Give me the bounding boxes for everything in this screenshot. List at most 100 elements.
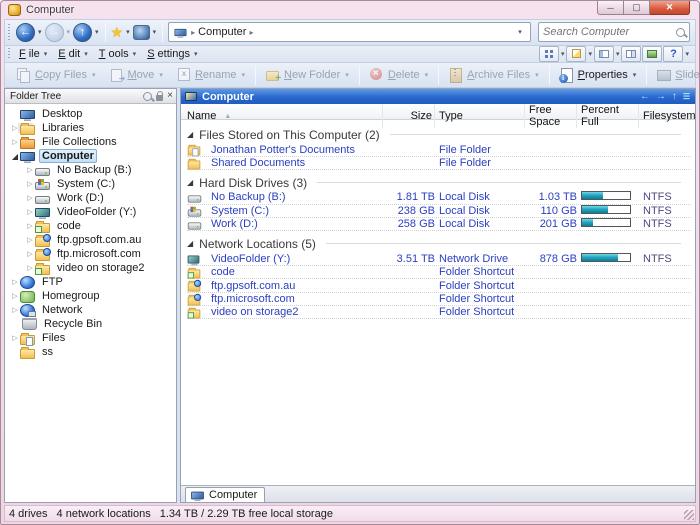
file-row-code[interactable]: code Folder Shortcut <box>187 266 691 280</box>
address-bar[interactable]: ▸ Computer ▸ ▾ <box>168 22 531 43</box>
tree-expander-icon[interactable]: ▷ <box>10 124 20 132</box>
tree-expander-icon[interactable]: ▷ <box>25 236 35 244</box>
tree-item-homegroup[interactable]: ▷ Homegroup <box>5 289 176 303</box>
tree-expander-icon[interactable]: ▷ <box>25 264 35 272</box>
tree-item-computer[interactable]: ◢ Computer <box>5 149 176 164</box>
maximize-button[interactable]: ▢ <box>624 1 650 15</box>
search-icon[interactable] <box>676 27 685 37</box>
tree-item-file-collections[interactable]: ▷ File Collections <box>5 135 176 149</box>
tree-item-network[interactable]: ▷ Network <box>5 303 176 317</box>
file-row-video-on-storage2[interactable]: video on storage2 Folder Shortcut <box>187 306 691 320</box>
panel-up-icon[interactable]: ↑ <box>672 91 677 102</box>
tree-item-code[interactable]: ▷ code <box>5 219 176 233</box>
close-button[interactable]: ✕ <box>650 1 690 15</box>
panel-menu-icon[interactable]: ☰ <box>683 92 690 101</box>
tree-item-ftp-microsoft-com[interactable]: ▷ ftp.microsoft.com <box>5 247 176 261</box>
viewer-pane-button[interactable] <box>642 45 663 62</box>
tree-find-button[interactable] <box>143 91 153 101</box>
move-dropdown[interactable]: ▾ <box>159 71 163 79</box>
tree-expander-icon[interactable]: ▷ <box>25 222 35 230</box>
up-button[interactable]: ↑ <box>73 22 93 42</box>
address-dropdown[interactable]: ▾ <box>513 28 527 36</box>
group-collapse-icon[interactable]: ◢ <box>187 130 193 139</box>
tree-expander-icon[interactable]: ◢ <box>10 152 20 161</box>
folder-format-button[interactable] <box>593 45 614 62</box>
folder-format-dropdown[interactable]: ▾ <box>616 50 620 58</box>
file-panel-header[interactable]: Computer ← → ↑ ☰ <box>181 89 695 105</box>
file-row-no-backup-b[interactable]: No Backup (B:) 1.81 TB Local Disk 1.03 TB NT… <box>187 191 691 205</box>
group-collapse-icon[interactable]: ◢ <box>187 178 193 187</box>
panel-forward-icon[interactable]: → <box>656 91 666 102</box>
toolbar-grip[interactable] <box>7 48 11 60</box>
tree-item-system-c[interactable]: ▷ System (C:) <box>5 177 176 191</box>
file-row-shared-documents[interactable]: Shared Documents File Folder <box>187 157 691 171</box>
move-button[interactable]: Move ▾ <box>103 66 170 84</box>
resize-grip[interactable] <box>684 509 694 520</box>
file-row-ftp-gpsoft-com-au[interactable]: ftp.gpsoft.com.au Folder Shortcut <box>187 279 691 293</box>
archive-files-button[interactable]: Archive Files ▾ <box>442 66 545 84</box>
back-dropdown[interactable]: ▾ <box>38 28 42 36</box>
tree-expander-icon[interactable]: ▷ <box>10 292 20 300</box>
breadcrumb-computer[interactable]: Computer <box>198 26 246 38</box>
tree-item-work-d[interactable]: ▷ Work (D:) <box>5 191 176 205</box>
view-mode-dropdown[interactable]: ▾ <box>561 50 565 58</box>
tree-expander-icon[interactable]: ▷ <box>25 180 35 188</box>
new-folder-button[interactable]: New Folder ▾ <box>259 66 356 84</box>
tree-expander-icon[interactable]: ▷ <box>10 278 20 286</box>
menu-edit[interactable]: Edit ▾ <box>53 47 93 61</box>
minimize-button[interactable]: ─ <box>597 1 624 15</box>
tree-item-libraries[interactable]: ▷ Libraries <box>5 121 176 135</box>
tree-item-desktop[interactable]: Desktop <box>5 107 176 122</box>
file-row-jonathan-potter-s-documents[interactable]: Jonathan Potter's Documents File Folder <box>187 143 691 157</box>
tree-item-ftp[interactable]: ▷ FTP <box>5 275 176 289</box>
rename-button[interactable]: Rename ▾ <box>170 66 252 84</box>
favorites-dropdown[interactable]: ▾ <box>126 28 130 36</box>
slideshow-button[interactable]: Slideshow <box>650 66 699 84</box>
checkbox-mode-dropdown[interactable]: ▾ <box>588 50 592 58</box>
properties-button[interactable]: Properties ▾ <box>553 66 644 84</box>
help-button[interactable]: ? <box>663 45 684 62</box>
back-button[interactable]: ← <box>16 22 35 42</box>
locations-icon[interactable] <box>132 24 150 40</box>
tree-expander-icon[interactable]: ▷ <box>25 208 35 216</box>
tree-expander-icon[interactable]: ▷ <box>10 306 20 314</box>
properties-dropdown[interactable]: ▾ <box>633 71 637 79</box>
view-mode-button[interactable] <box>538 45 559 62</box>
search-box[interactable] <box>538 22 690 43</box>
title-bar[interactable]: Computer ─ ▢ ✕ <box>4 1 696 19</box>
dual-display-button[interactable] <box>621 45 642 62</box>
file-row-work-d[interactable]: Work (D:) 258 GB Local Disk 201 GB NTFS <box>187 218 691 232</box>
menu-file[interactable]: File ▾ <box>14 47 53 61</box>
forward-button[interactable]: → <box>44 22 64 42</box>
tree-item-videofolder-y[interactable]: ▷ VideoFolder (Y:) <box>5 205 176 220</box>
locations-dropdown[interactable]: ▾ <box>153 28 157 36</box>
tree-item-ftp-gpsoft-com-au[interactable]: ▷ ftp.gpsoft.com.au <box>5 233 176 247</box>
tree-expander-icon[interactable]: ▷ <box>10 334 20 342</box>
group-header-hard-disk-drives-3[interactable]: ◢ Hard Disk Drives (3) <box>187 174 691 191</box>
file-row-videofolder-y[interactable]: VideoFolder (Y:) 3.51 TB Network Drive 878 … <box>187 252 691 266</box>
breadcrumb-chevron-icon[interactable]: ▸ <box>249 28 253 37</box>
tab-computer[interactable]: Computer <box>185 487 266 503</box>
tree-expander-icon[interactable]: ▷ <box>10 138 20 146</box>
group-header-network-locations-5[interactable]: ◢ Network Locations (5) <box>187 235 691 252</box>
delete-dropdown[interactable]: ▾ <box>425 71 429 79</box>
tree-item-video-on-storage2[interactable]: ▷ video on storage2 <box>5 261 176 275</box>
menu-tools[interactable]: Tools ▾ <box>94 47 142 61</box>
rename-dropdown[interactable]: ▾ <box>242 71 246 79</box>
new-folder-dropdown[interactable]: ▾ <box>345 71 349 79</box>
search-input[interactable] <box>543 26 676 39</box>
tree-item-ss[interactable]: ss <box>5 345 176 359</box>
file-row-ftp-microsoft-com[interactable]: ftp.microsoft.com Folder Shortcut <box>187 293 691 306</box>
tree-item-files[interactable]: ▷ Files <box>5 331 176 346</box>
help-dropdown[interactable]: ▾ <box>685 50 689 58</box>
delete-button[interactable]: Delete ▾ <box>363 66 435 84</box>
menu-settings[interactable]: Settings ▾ <box>142 47 203 61</box>
tree-item-recycle-bin[interactable]: Recycle Bin <box>5 317 176 331</box>
forward-dropdown[interactable]: ▾ <box>67 28 71 36</box>
checkbox-mode-button[interactable] <box>566 45 587 62</box>
tree-close-button[interactable]: × <box>167 91 173 101</box>
tree-item-no-backup-b[interactable]: ▷ No Backup (B:) <box>5 163 176 177</box>
copy-files-button[interactable]: Copy Files ▾ <box>10 66 103 84</box>
file-row-system-c[interactable]: System (C:) 238 GB Local Disk 110 GB NTFS <box>187 204 691 219</box>
group-collapse-icon[interactable]: ◢ <box>187 239 193 248</box>
